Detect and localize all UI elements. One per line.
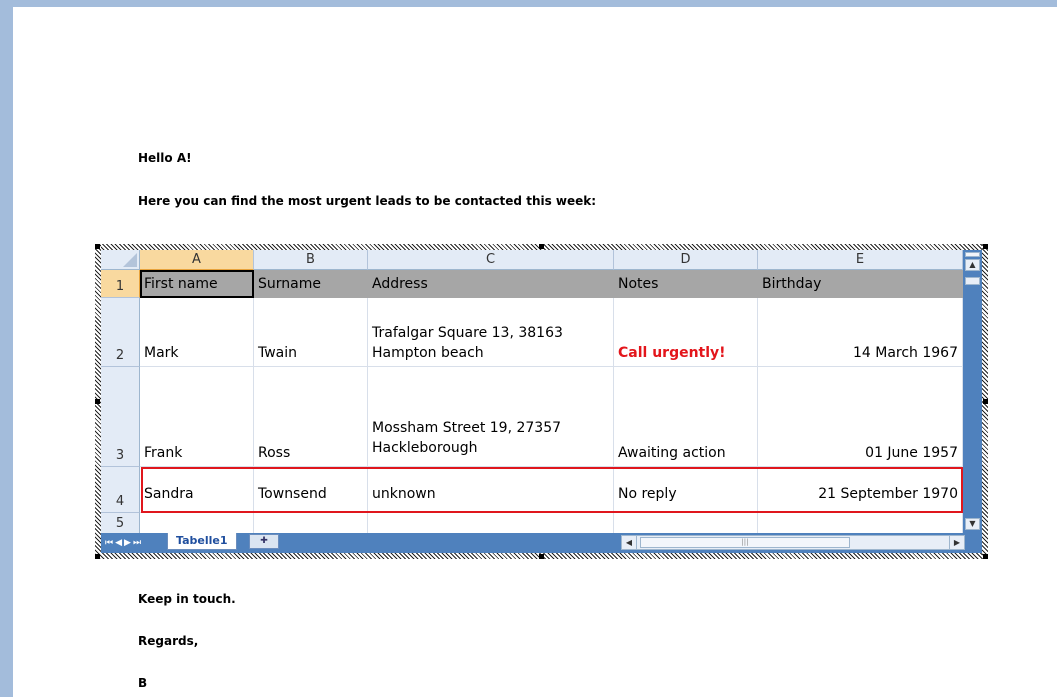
resize-handle-l[interactable] — [95, 399, 100, 404]
cell-c1[interactable]: Address — [368, 270, 614, 298]
tab-navigation-icon[interactable]: ⏮◀▶⏭ — [105, 536, 167, 550]
signature-text: B — [138, 676, 148, 690]
vertical-split-handle[interactable] — [965, 252, 980, 257]
cell-text: Surname — [258, 276, 321, 292]
cell-b4[interactable]: Townsend — [254, 467, 368, 513]
vertical-scroll-thumb[interactable] — [965, 277, 980, 285]
resize-handle-b[interactable] — [539, 554, 544, 559]
row-number: 2 — [115, 348, 125, 363]
cell-text: Frank — [144, 445, 183, 461]
resize-handle-bl[interactable] — [95, 554, 100, 559]
cell-b3[interactable]: Ross — [254, 367, 368, 467]
cell-text: Address — [372, 276, 428, 292]
select-all-triangle — [123, 253, 137, 267]
cell-text: Birthday — [762, 276, 822, 292]
cell-d4[interactable]: No reply — [614, 467, 758, 513]
row-header-2[interactable]: 2 — [101, 298, 140, 367]
window-top-border — [0, 0, 1057, 7]
cell-text: Notes — [618, 276, 659, 292]
cell-a3[interactable]: Frank — [140, 367, 254, 467]
cell-text: First name — [144, 276, 218, 292]
cell-b2[interactable]: Twain — [254, 298, 368, 367]
cell-text: Sandra — [144, 486, 194, 502]
cell-text: Mossham Street 19, 27357 Hackleborough — [372, 420, 562, 456]
closing-text: Keep in touch. — [138, 592, 236, 606]
row-number: 5 — [115, 516, 125, 531]
resize-handle-tr[interactable] — [983, 244, 988, 249]
cell-d5[interactable] — [614, 513, 758, 535]
scroll-up-arrow-icon[interactable]: ▲ — [965, 259, 980, 271]
horizontal-scrollbar[interactable]: ◀ ||| ▶ — [621, 535, 965, 550]
column-header-b[interactable]: B — [254, 250, 368, 270]
cell-text: Ross — [258, 445, 291, 461]
cell-text: No reply — [618, 486, 677, 502]
urgent-note: Call urgently! — [618, 345, 726, 361]
cell-c3[interactable]: Mossham Street 19, 27357 Hackleborough — [368, 367, 614, 467]
row-number: 3 — [115, 448, 125, 463]
cell-text: Awaiting action — [618, 445, 726, 461]
cell-c2[interactable]: Trafalgar Square 13, 38163 Hampton beach — [368, 298, 614, 367]
cell-a2[interactable]: Mark — [140, 298, 254, 367]
cell-e4[interactable]: 21 September 1970 — [758, 467, 963, 513]
cell-d3[interactable]: Awaiting action — [614, 367, 758, 467]
window-left-border — [0, 0, 13, 697]
insert-sheet-icon[interactable]: ✚ — [249, 534, 279, 549]
column-header-e[interactable]: E — [758, 250, 963, 270]
intro-text: Here you can find the most urgent leads … — [138, 194, 597, 208]
row-header-1[interactable]: 1 — [101, 270, 140, 298]
regards-text: Regards, — [138, 634, 199, 648]
column-header-a[interactable]: A — [140, 250, 254, 270]
tab-tabelle1[interactable]: Tabelle1 — [167, 533, 237, 550]
horizontal-scroll-thumb[interactable]: ||| — [640, 537, 850, 548]
cell-text: Mark — [144, 345, 179, 361]
column-header-d[interactable]: D — [614, 250, 758, 270]
cell-text: Twain — [258, 345, 298, 361]
cell-d1[interactable]: Notes — [614, 270, 758, 298]
sheet-tab-bar: ⏮◀▶⏭ Tabelle1 ✚ ◀ ||| ▶ — [101, 533, 982, 553]
select-all-corner[interactable] — [101, 250, 140, 270]
cell-c4[interactable]: unknown — [368, 467, 614, 513]
cell-c5[interactable] — [368, 513, 614, 535]
resize-handle-t[interactable] — [539, 244, 544, 249]
scroll-right-arrow-icon[interactable]: ▶ — [949, 536, 964, 549]
cell-a4[interactable]: Sandra — [140, 467, 254, 513]
cell-text: 01 June 1957 — [865, 445, 958, 461]
embedded-spreadsheet[interactable]: A B C D E 1 2 3 4 5 First name Surname A… — [95, 244, 988, 559]
scroll-down-arrow-icon[interactable]: ▼ — [965, 518, 980, 530]
cell-text: 21 September 1970 — [818, 486, 958, 502]
cell-e2[interactable]: 14 March 1967 — [758, 298, 963, 367]
cell-b5[interactable] — [254, 513, 368, 535]
cell-a1[interactable]: First name — [140, 270, 254, 298]
cell-d2[interactable]: Call urgently! — [614, 298, 758, 367]
cell-text: unknown — [372, 486, 436, 502]
vertical-scrollbar[interactable]: ▲ ▼ — [963, 250, 982, 533]
worksheet[interactable]: A B C D E 1 2 3 4 5 First name Surname A… — [101, 250, 982, 553]
cell-e3[interactable]: 01 June 1957 — [758, 367, 963, 467]
cell-a5[interactable] — [140, 513, 254, 535]
row-header-3[interactable]: 3 — [101, 367, 140, 467]
column-header-c[interactable]: C — [368, 250, 614, 270]
cell-text: 14 March 1967 — [852, 345, 958, 361]
cell-b1[interactable]: Surname — [254, 270, 368, 298]
scroll-left-arrow-icon[interactable]: ◀ — [622, 536, 637, 549]
cell-text: Townsend — [258, 486, 327, 502]
row-header-5[interactable]: 5 — [101, 513, 140, 535]
resize-handle-r[interactable] — [983, 399, 988, 404]
row-header-4[interactable]: 4 — [101, 467, 140, 513]
cell-e5[interactable] — [758, 513, 963, 535]
cell-text: Trafalgar Square 13, 38163 Hampton beach — [372, 325, 563, 361]
resize-handle-tl[interactable] — [95, 244, 100, 249]
greeting-text: Hello A! — [138, 151, 192, 165]
resize-handle-br[interactable] — [983, 554, 988, 559]
row-number: 1 — [115, 279, 125, 294]
cell-e1[interactable]: Birthday — [758, 270, 963, 298]
row-number: 4 — [115, 494, 125, 509]
